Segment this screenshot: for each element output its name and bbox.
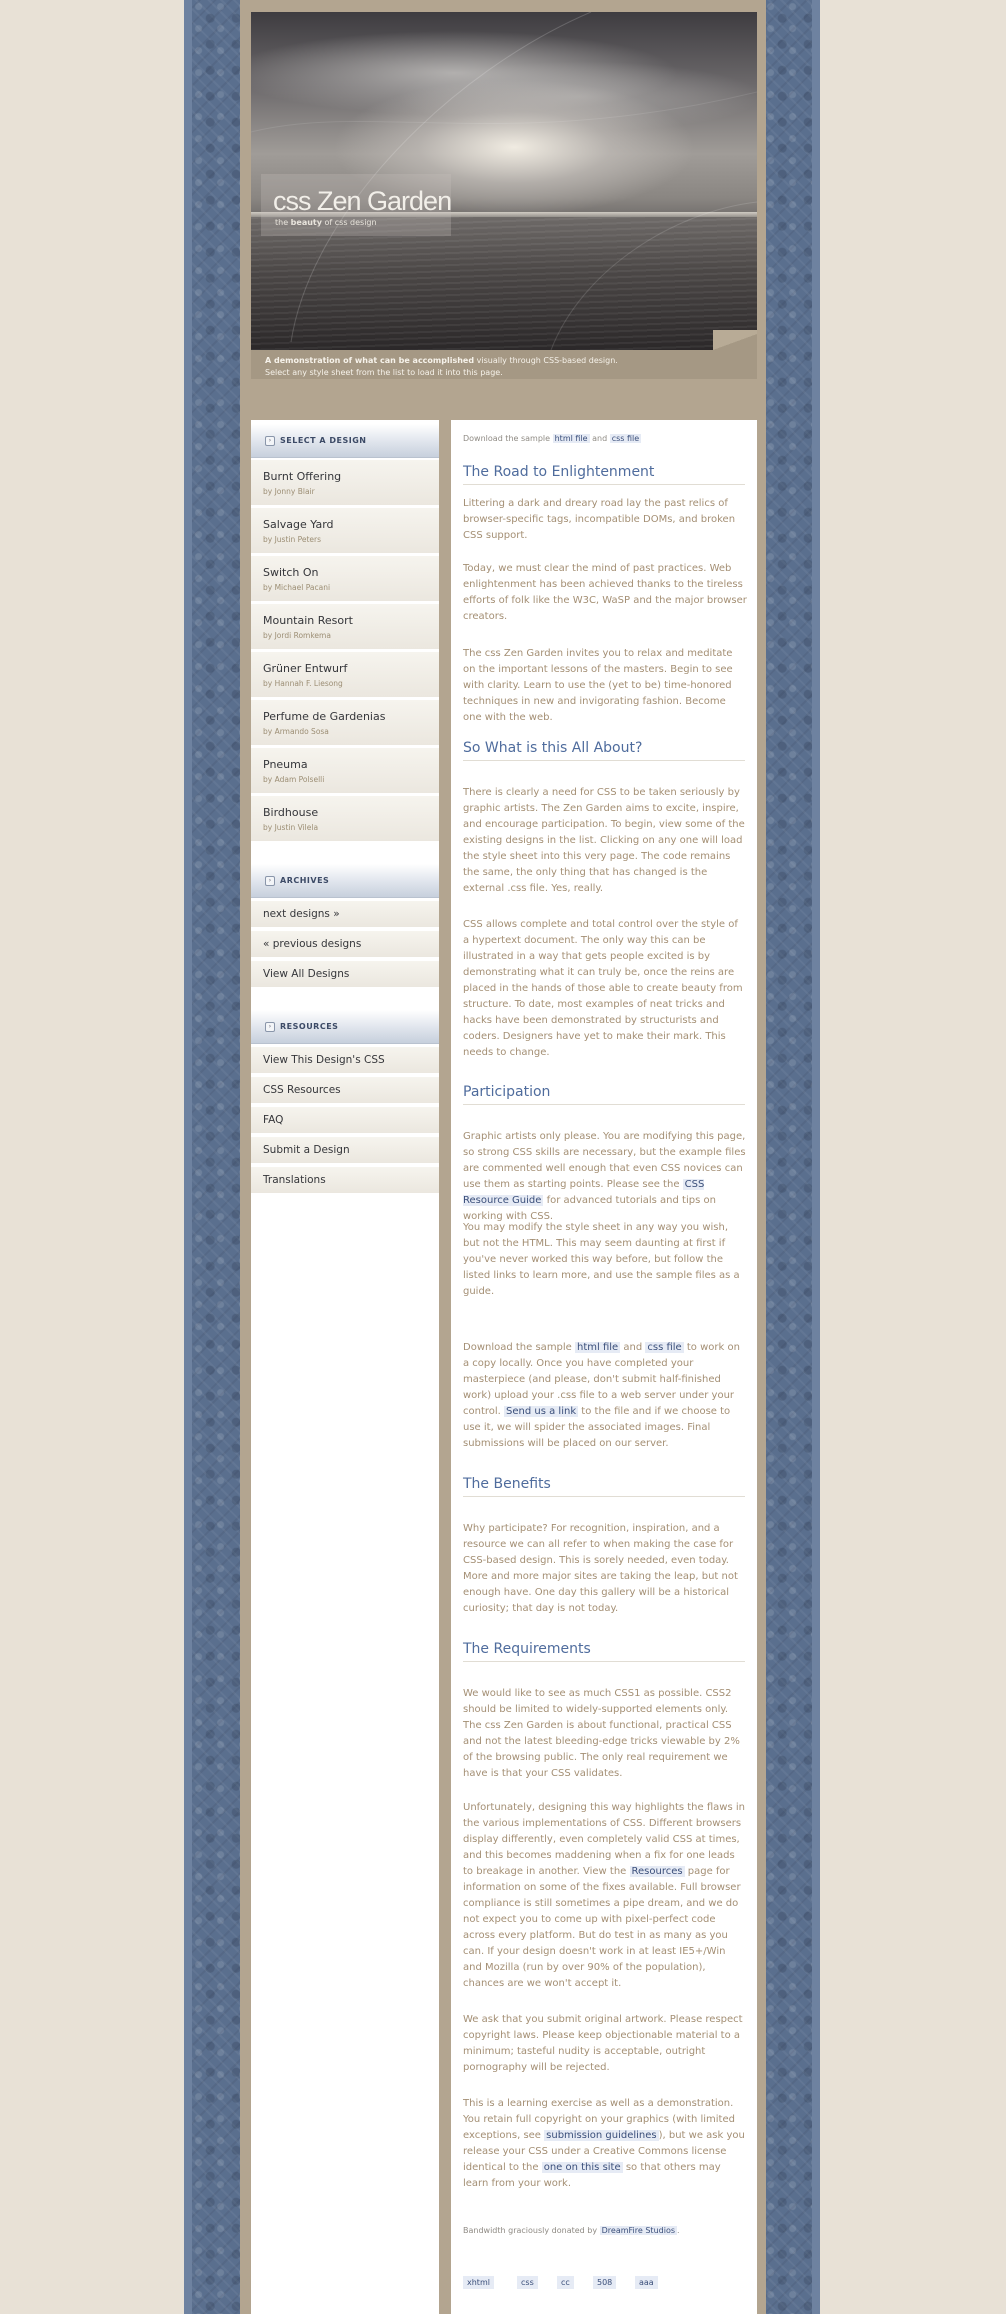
view-all-designs-link[interactable]: View All Designs	[251, 961, 439, 988]
next-designs-link[interactable]: next designs »	[251, 901, 439, 928]
summary-band: A demonstration of what can be accomplis…	[251, 330, 757, 379]
sidebar: › SELECT A DESIGN Burnt Offering by Jonn…	[251, 420, 439, 2314]
design-name[interactable]: Switch On	[263, 566, 319, 579]
creative-commons-link[interactable]: cc	[557, 2276, 574, 2289]
design-author[interactable]: by Jonny Blair	[263, 487, 315, 496]
xhtml-validator-link[interactable]: xhtml	[463, 2276, 494, 2289]
section-508-link[interactable]: 508	[593, 2276, 617, 2289]
submission-guidelines-link[interactable]: submission guidelines	[544, 2130, 659, 2141]
paragraph-road-1: Littering a dark and dreary road lay the…	[463, 498, 736, 541]
css-file-link[interactable]: css file	[645, 1342, 684, 1353]
heading-participation: Participation	[463, 1084, 745, 1105]
design-item-perfume-de-gardenias[interactable]: Perfume de Gardenias by Armando Sosa	[251, 700, 439, 746]
section-bullet-icon: ›	[265, 436, 275, 446]
design-item-burnt-offering[interactable]: Burnt Offering by Jonny Blair	[251, 460, 439, 506]
page-header: css Zen Garden the beauty of css design …	[251, 12, 757, 379]
html-file-link[interactable]: html file	[552, 434, 590, 443]
design-item-birdhouse[interactable]: Birdhouse by Justin Vilela	[251, 796, 439, 842]
design-author[interactable]: by Justin Vilela	[263, 823, 318, 832]
design-item-switch-on[interactable]: Switch On by Michael Pacani	[251, 556, 439, 602]
select-design-heading: › SELECT A DESIGN	[251, 424, 439, 458]
paragraph-participation-2: You may modify the style sheet in any wa…	[463, 1222, 740, 1297]
design-name[interactable]: Mountain Resort	[263, 614, 353, 627]
heading-requirements: The Requirements	[463, 1641, 745, 1662]
design-name[interactable]: Burnt Offering	[263, 470, 341, 483]
design-item-gruner-entwurf[interactable]: Grüner Entwurf by Hannah F. Liesong	[251, 652, 439, 698]
paragraph-requirements-2: Unfortunately, designing this way highli…	[463, 1802, 745, 1989]
design-name[interactable]: Salvage Yard	[263, 518, 334, 531]
paragraph-road-2: Today, we must clear the mind of past pr…	[463, 563, 747, 622]
css-file-link[interactable]: css file	[609, 434, 642, 443]
section-bullet-icon: ›	[265, 876, 275, 886]
faq-link[interactable]: FAQ	[251, 1107, 439, 1134]
submit-design-link[interactable]: Submit a Design	[251, 1137, 439, 1164]
heading-road-to-enlightenment: The Road to Enlightenment	[463, 464, 745, 485]
main-content: Download the sample html file and css fi…	[451, 420, 757, 2314]
design-author[interactable]: by Michael Pacani	[263, 583, 330, 592]
design-name[interactable]: Grüner Entwurf	[263, 662, 347, 675]
paragraph-what-1: There is clearly a need for CSS to be ta…	[463, 787, 745, 894]
site-title: css Zen Garden	[273, 186, 452, 216]
license-link[interactable]: one on this site	[541, 2162, 623, 2173]
summary-line-2: Select any style sheet from the list to …	[265, 368, 503, 377]
design-author[interactable]: by Justin Peters	[263, 535, 321, 544]
send-us-a-link[interactable]: Send us a link	[504, 1406, 579, 1417]
dreamfire-studios-link[interactable]: DreamFire Studios	[599, 2226, 677, 2235]
design-author[interactable]: by Armando Sosa	[263, 727, 329, 736]
resources-link[interactable]: Resources	[629, 1866, 685, 1877]
paragraph-what-2: CSS allows complete and total control ov…	[463, 919, 743, 1058]
wcag-aaa-link[interactable]: aaa	[635, 2276, 658, 2289]
section-bullet-icon: ›	[265, 1022, 275, 1032]
paragraph-road-3: The css Zen Garden invites you to relax …	[463, 648, 733, 723]
html-file-link[interactable]: html file	[575, 1342, 621, 1353]
paragraph-requirements-4: This is a learning exercise as well as a…	[463, 2098, 745, 2189]
resources-heading: › RESOURCES	[251, 1010, 439, 1044]
design-name[interactable]: Pneuma	[263, 758, 308, 771]
previous-designs-link[interactable]: « previous designs	[251, 931, 439, 958]
summary-tab-corner	[713, 330, 757, 354]
design-author[interactable]: by Jordi Romkema	[263, 631, 331, 640]
view-design-css-link[interactable]: View This Design's CSS	[251, 1047, 439, 1074]
heading-so-what: So What is this All About?	[463, 740, 745, 761]
bandwidth-credit: Bandwidth graciously donated by DreamFir…	[463, 2226, 680, 2235]
paragraph-participation-1: Graphic artists only please. You are mod…	[463, 1131, 746, 1222]
download-line: Download the sample html file and css fi…	[463, 434, 642, 443]
design-item-mountain-resort[interactable]: Mountain Resort by Jordi Romkema	[251, 604, 439, 650]
paragraph-requirements-3: We ask that you submit original artwork.…	[463, 2014, 743, 2073]
design-name[interactable]: Birdhouse	[263, 806, 318, 819]
site-tagline: the beauty of css design	[275, 218, 377, 227]
paragraph-requirements-1: We would like to see as much CSS1 as pos…	[463, 1688, 740, 1779]
heading-benefits: The Benefits	[463, 1476, 745, 1497]
css-validator-link[interactable]: css	[517, 2276, 538, 2289]
paragraph-participation-3: Download the sample html file and css fi…	[463, 1342, 740, 1449]
design-author[interactable]: by Adam Polselli	[263, 775, 324, 784]
summary-line-1: A demonstration of what can be accomplis…	[265, 356, 618, 365]
paragraph-benefits: Why participate? For recognition, inspir…	[463, 1523, 738, 1614]
design-author[interactable]: by Hannah F. Liesong	[263, 679, 343, 688]
design-name[interactable]: Perfume de Gardenias	[263, 710, 385, 723]
translations-link[interactable]: Translations	[251, 1167, 439, 1194]
archives-heading: › ARCHIVES	[251, 864, 439, 898]
design-item-salvage-yard[interactable]: Salvage Yard by Justin Peters	[251, 508, 439, 554]
design-item-pneuma[interactable]: Pneuma by Adam Polselli	[251, 748, 439, 794]
css-resources-link[interactable]: CSS Resources	[251, 1077, 439, 1104]
